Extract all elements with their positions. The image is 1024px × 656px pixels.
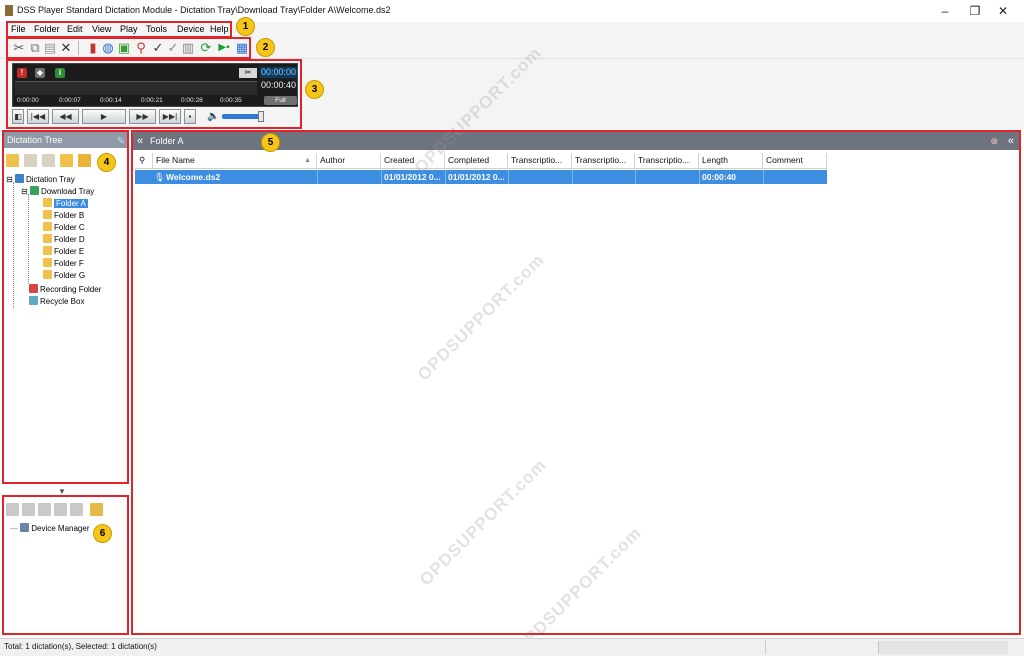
minimize-button[interactable]: – xyxy=(932,3,958,19)
callout-dictation-tree xyxy=(2,130,129,484)
callout-player xyxy=(6,59,302,129)
callout-badge-2: 2 xyxy=(256,38,275,57)
callout-device-tree xyxy=(2,495,129,635)
dss-player-window: DSS Player Standard Dictation Module - D… xyxy=(0,0,1024,656)
callout-badge-3: 3 xyxy=(305,80,324,99)
status-text: Total: 1 dictation(s), Selected: 1 dicta… xyxy=(4,642,157,651)
callout-badge-6: 6 xyxy=(93,524,112,543)
callout-badge-4: 4 xyxy=(97,153,116,172)
status-bar: Total: 1 dictation(s), Selected: 1 dicta… xyxy=(0,638,1024,656)
callout-badge-5: 5 xyxy=(261,133,280,152)
title-bar: DSS Player Standard Dictation Module - D… xyxy=(0,0,1024,22)
callout-toolbar xyxy=(6,37,251,59)
window-title: DSS Player Standard Dictation Module - D… xyxy=(17,5,391,15)
close-button[interactable]: ✕ xyxy=(990,3,1016,19)
app-icon xyxy=(5,5,13,16)
callout-menu-bar xyxy=(6,21,232,38)
maximize-button[interactable]: ❐ xyxy=(962,3,988,19)
callout-file-list xyxy=(131,130,1021,635)
callout-badge-1: 1 xyxy=(236,17,255,36)
